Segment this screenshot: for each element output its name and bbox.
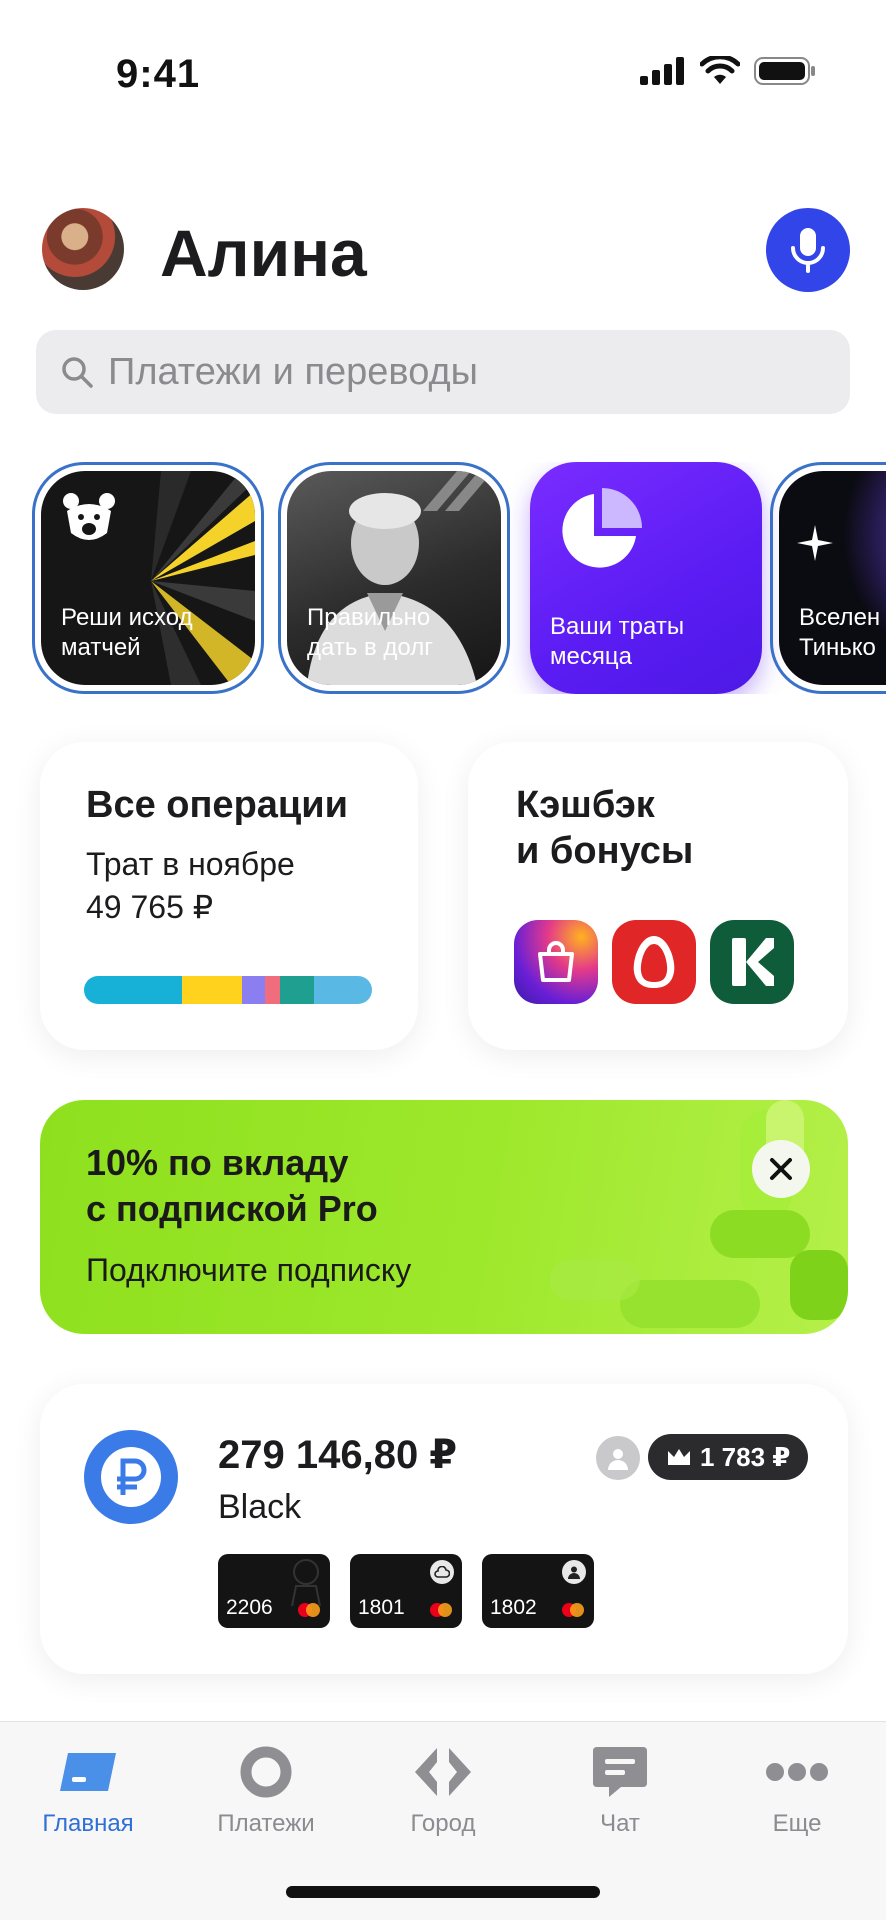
person-icon xyxy=(562,1560,586,1584)
story-lending-advice[interactable]: Правильно дать в долг xyxy=(278,462,510,694)
cashback-title: Кэшбэк и бонусы xyxy=(516,784,694,872)
cloud-icon xyxy=(430,1560,454,1584)
spending-segment xyxy=(279,976,315,1004)
microphone-icon xyxy=(791,228,825,273)
story-tinkoff-universe[interactable]: Вселен Тинько xyxy=(770,462,886,694)
cashback-partners xyxy=(514,920,794,1004)
tab-more[interactable]: Еще xyxy=(727,1744,867,1838)
spending-segment xyxy=(265,976,280,1004)
ruble-account-icon xyxy=(84,1430,178,1524)
city-icon xyxy=(411,1744,475,1800)
tab-label: Главная xyxy=(42,1810,134,1837)
account-card[interactable]: 279 146,80 ₽ Black 1 783 ₽ 2206 1801 180… xyxy=(40,1384,848,1674)
close-button[interactable] xyxy=(752,1140,810,1198)
promo-banner[interactable]: 10% по вкладу с подпиской Pro Подключите… xyxy=(40,1100,848,1334)
story-monthly-spending[interactable]: Ваши траты месяца xyxy=(530,462,762,694)
mastercard-icon xyxy=(430,1603,452,1617)
home-indicator xyxy=(286,1886,600,1898)
status-time: 9:41 xyxy=(116,52,201,96)
card-number: 2206 xyxy=(226,1596,273,1619)
spending-segment xyxy=(84,976,182,1004)
payments-icon xyxy=(234,1744,298,1800)
card-list: 2206 1801 1802 xyxy=(218,1554,594,1628)
bank-card[interactable]: 2206 xyxy=(218,1554,330,1628)
search-icon xyxy=(60,355,94,389)
partner-egg-brand[interactable] xyxy=(612,920,696,1004)
bear-logo-icon xyxy=(59,489,119,549)
signal-icon xyxy=(640,57,684,85)
story-cover: Вселен Тинько xyxy=(779,471,886,685)
operations-title: Все операции xyxy=(86,784,348,826)
tab-payments[interactable]: Платежи xyxy=(196,1744,336,1838)
story-title: Вселен Тинько xyxy=(799,604,881,661)
promo-subtitle: Подключите подписку xyxy=(86,1252,412,1288)
partner-marketplace[interactable] xyxy=(514,920,598,1004)
spending-segment xyxy=(181,976,243,1004)
battery-icon xyxy=(754,57,815,85)
search-input[interactable]: Платежи и переводы xyxy=(36,330,850,414)
egg-icon xyxy=(633,936,675,988)
story-title: Правильно дать в долг xyxy=(307,604,433,661)
spending-segment xyxy=(314,976,372,1004)
card-pattern xyxy=(291,1559,321,1606)
wifi-icon xyxy=(700,56,740,84)
account-balance: 279 146,80 ₽ xyxy=(218,1433,458,1477)
mastercard-icon xyxy=(562,1603,584,1617)
tab-city[interactable]: Город xyxy=(373,1744,513,1838)
cashback-card[interactable]: Кэшбэк и бонусы xyxy=(468,742,848,1050)
avatar[interactable] xyxy=(42,208,124,290)
bank-card[interactable]: 1802 xyxy=(482,1554,594,1628)
mastercard-icon xyxy=(298,1603,320,1617)
bonus-badge[interactable]: 1 783 ₽ xyxy=(648,1434,809,1480)
home-icon xyxy=(56,1744,120,1800)
tab-label: Чат xyxy=(600,1810,640,1837)
voice-assistant-button[interactable] xyxy=(766,208,850,292)
bonus-amount: 1 783 ₽ xyxy=(700,1441,791,1472)
bank-card[interactable]: 1801 xyxy=(350,1554,462,1628)
spending-bar xyxy=(84,976,372,1004)
story-title: Ваши траты месяца xyxy=(550,613,685,670)
k-letter-icon xyxy=(732,938,774,986)
shopping-bag-icon xyxy=(538,941,574,982)
crown-icon xyxy=(668,1449,690,1465)
operations-subtitle: Трат в ноябре xyxy=(86,846,295,882)
card-number: 1802 xyxy=(490,1596,537,1619)
tab-home[interactable]: Главная xyxy=(18,1744,158,1838)
spending-segment xyxy=(242,976,266,1004)
account-name: Black xyxy=(218,1488,302,1526)
close-icon xyxy=(770,1158,792,1180)
search-placeholder: Платежи и переводы xyxy=(108,350,478,393)
status-icons xyxy=(640,56,816,86)
status-bar: 9:41 xyxy=(0,0,886,150)
promo-title: 10% по вкладу с подпиской Pro xyxy=(86,1142,378,1229)
all-operations-card[interactable]: Все операции Трат в ноябре 49 765 ₽ xyxy=(40,742,418,1050)
story-cover: Правильно дать в долг xyxy=(287,471,501,685)
more-icon xyxy=(765,1744,829,1800)
pie-chart-icon xyxy=(562,488,642,568)
sparkle-icon xyxy=(797,525,833,561)
stories-carousel: Реши исход матчей Правильно дать в долг … xyxy=(0,462,886,694)
story-title: Реши исход матчей xyxy=(61,604,193,661)
story-match-prediction[interactable]: Реши исход матчей xyxy=(32,462,264,694)
card-number: 1801 xyxy=(358,1596,405,1619)
user-icon xyxy=(596,1436,640,1480)
tab-label: Город xyxy=(410,1810,476,1837)
user-name: Алина xyxy=(160,216,367,290)
story-cover: Ваши траты месяца xyxy=(530,462,762,694)
chat-icon xyxy=(588,1744,652,1800)
tab-label: Еще xyxy=(772,1810,822,1837)
promo-decoration xyxy=(550,1100,848,1328)
tab-label: Платежи xyxy=(217,1810,315,1837)
story-cover: Реши исход матчей xyxy=(41,471,255,685)
header: Алина xyxy=(0,205,886,295)
operations-amount: 49 765 ₽ xyxy=(86,889,214,925)
tab-chat[interactable]: Чат xyxy=(550,1744,690,1838)
partner-k-brand[interactable] xyxy=(710,920,794,1004)
